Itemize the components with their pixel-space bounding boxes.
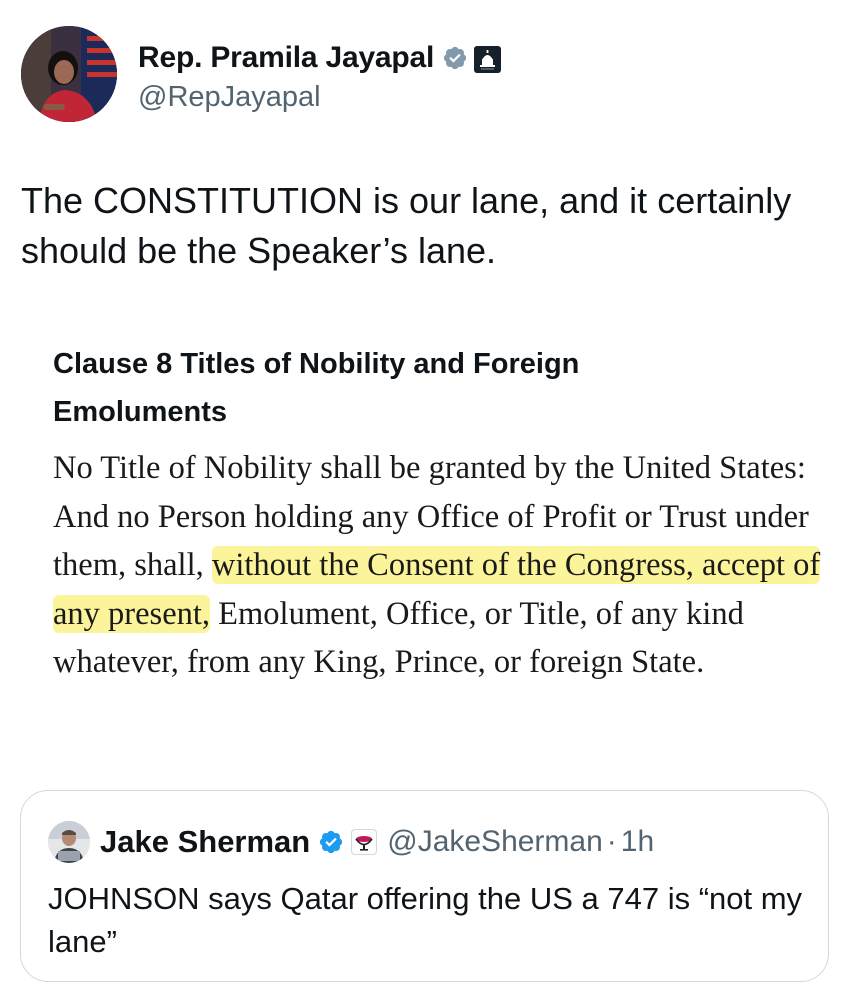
quoted-display-name[interactable]: Jake Sherman (100, 824, 310, 860)
document-heading: Clause 8 Titles of Nobility and Foreign … (53, 348, 580, 428)
quoted-timestamp[interactable]: 1h (621, 825, 654, 859)
document-body: No Title of Nobility shall be granted by… (53, 444, 823, 687)
capitol-badge-icon[interactable] (474, 45, 502, 73)
author-handle[interactable]: @RepJayapal (138, 79, 501, 115)
author-avatar[interactable] (21, 26, 117, 122)
profile-photo-icon (21, 26, 117, 122)
tweet-text: The CONSTITUTION is our lane, and it cer… (21, 180, 792, 271)
quoted-handle[interactable]: @JakeSherman (387, 825, 603, 859)
author-display-name[interactable]: Rep. Pramila Jayapal (138, 40, 434, 76)
publication-logo-icon[interactable] (351, 829, 378, 855)
quoted-profile-photo-icon (48, 821, 90, 863)
verified-badge-icon[interactable] (442, 45, 468, 71)
separator-dot: · (606, 825, 617, 858)
quoted-author-avatar[interactable] (48, 821, 90, 863)
tweet-header: Rep. Pramila Jayapal @RepJayapal (21, 26, 821, 126)
quoted-author-row: Jake Sherman @JakeSherman · 1h (100, 821, 654, 863)
quoted-tweet[interactable]: Jake Sherman @JakeSherman · 1h JOHNSON s… (20, 790, 829, 982)
verified-badge-icon[interactable] (318, 829, 344, 855)
quoted-tweet-text: JOHNSON says Qatar offering the US a 747… (48, 881, 803, 959)
author-name-row[interactable]: Rep. Pramila Jayapal (138, 40, 502, 76)
author-names: Rep. Pramila Jayapal @RepJayapal (138, 40, 502, 115)
